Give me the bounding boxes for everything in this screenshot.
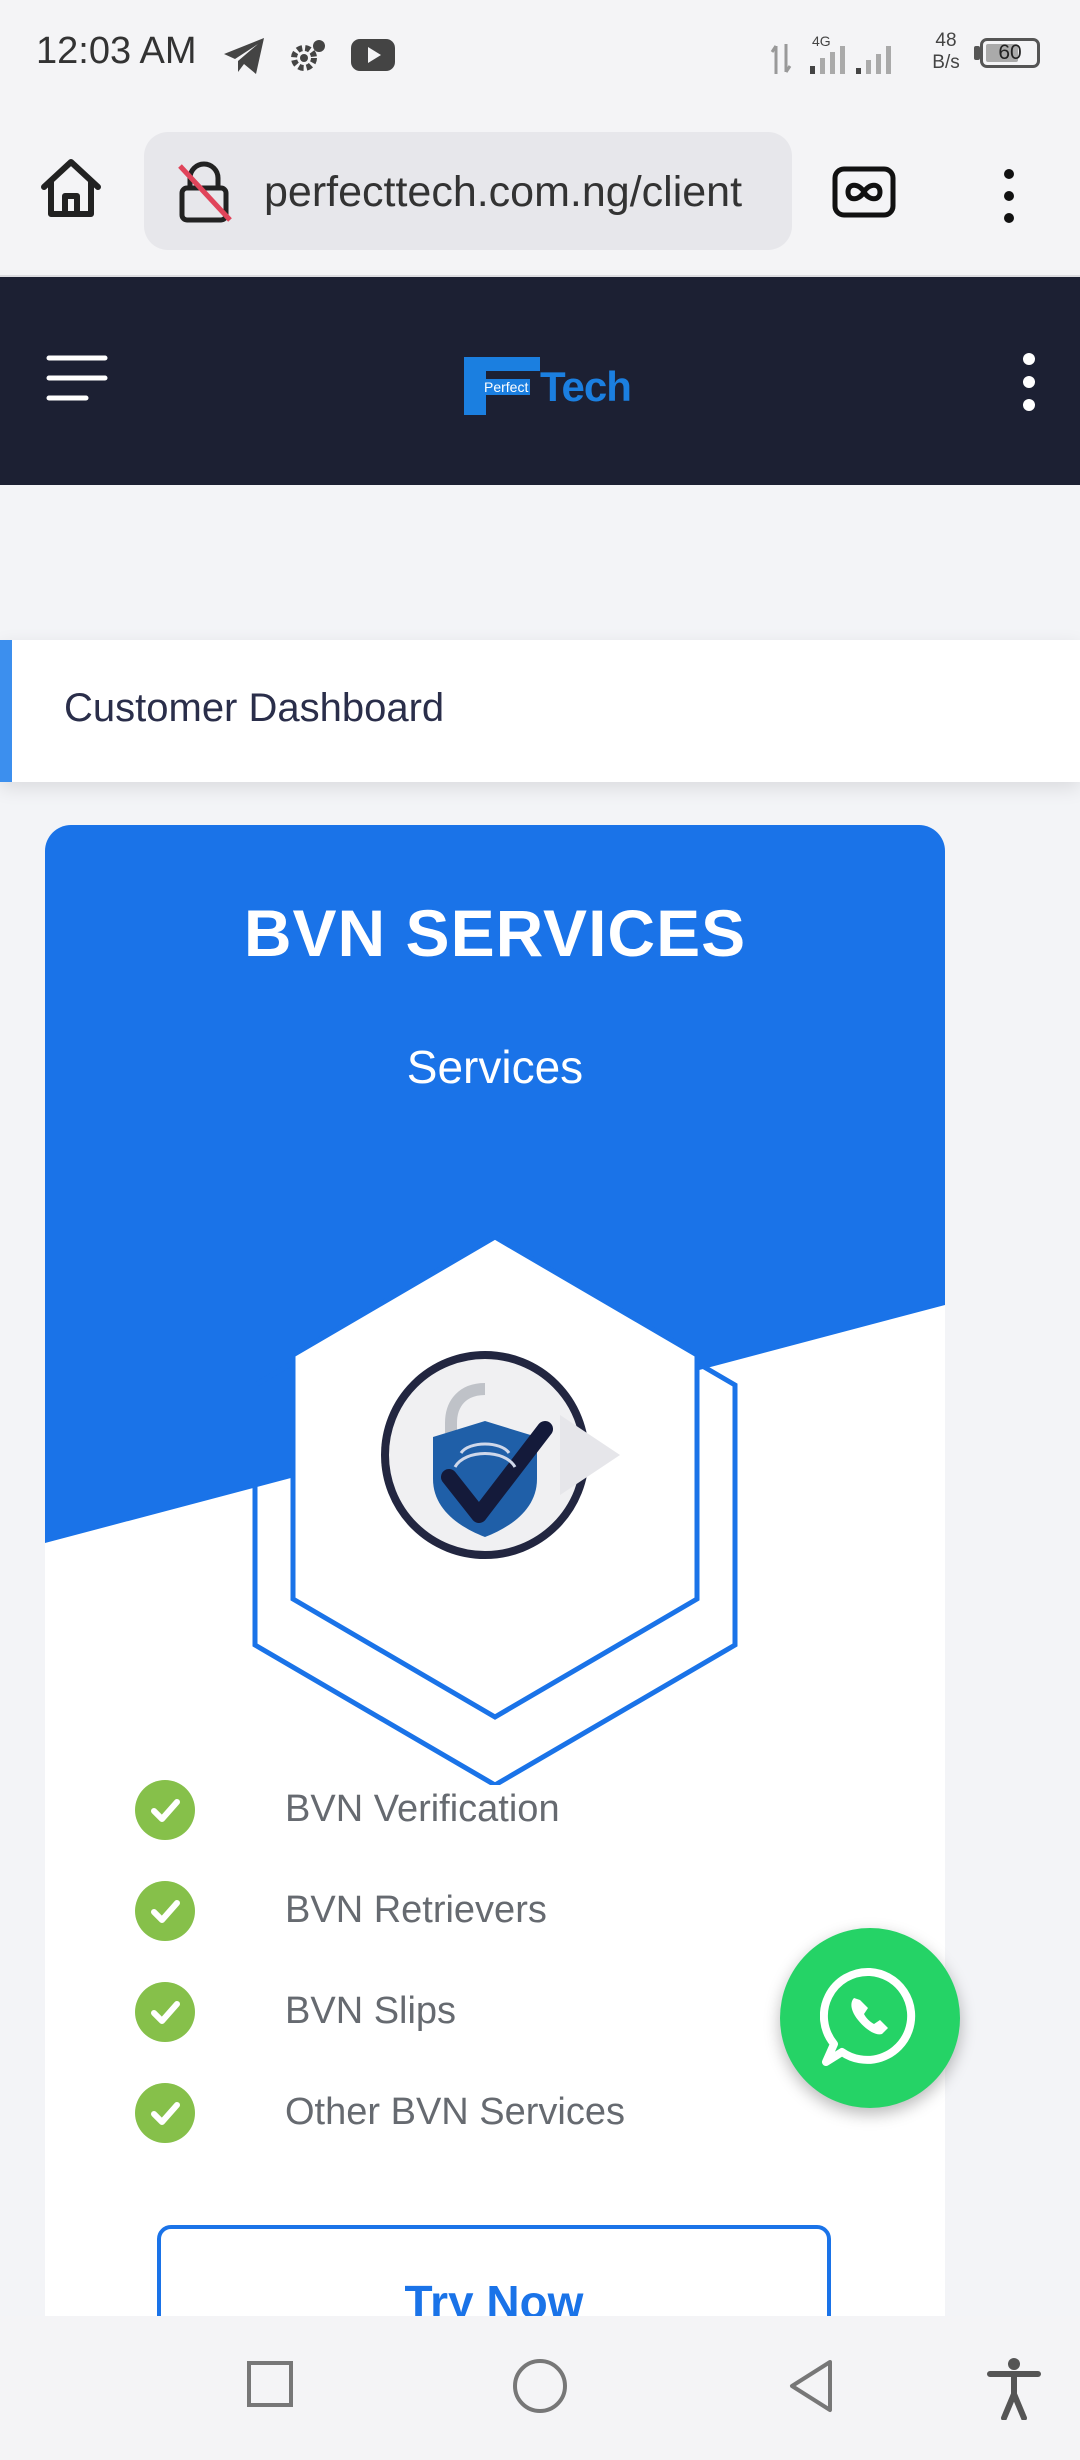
logo-mark-bar [464,357,540,371]
telegram-icon [224,38,264,74]
check-icon [135,1881,195,1941]
site-logo[interactable]: Perfect [464,357,544,415]
youtube-icon [351,39,395,71]
more-options-icon[interactable] [1016,351,1042,413]
status-bar: 12:03 AM 4G 48 B/s 60 [0,0,1080,110]
list-item: Other BVN Services [135,2083,835,2143]
signal-icon: 4G [770,34,891,74]
recents-icon[interactable] [246,2360,294,2408]
battery-icon: 60 [980,38,1040,68]
settings-sync-icon [291,40,325,71]
address-bar[interactable]: perfecttech.com.ng/client [144,132,792,250]
whatsapp-icon [820,1967,916,2066]
check-icon [135,2083,195,2143]
check-icon [135,1982,195,2042]
logo-small-text: Perfect [482,379,531,395]
fingerprint-shield-icon [381,1351,620,1559]
card-subtitle: Services [406,1041,584,1093]
browser-toolbar: perfecttech.com.ng/client [0,110,1080,277]
status-time: 12:03 AM [36,30,197,72]
net-speed-unit: B/s [932,52,960,73]
check-icon [135,1780,195,1840]
system-nav-bar [0,2316,1080,2460]
list-item: BVN Retrievers [135,1881,835,1941]
title-accent [0,640,12,782]
accessibility-icon[interactable] [984,2356,1044,2420]
whatsapp-button[interactable] [780,1928,960,2108]
svg-text:4G: 4G [812,34,831,49]
home-icon[interactable] [38,156,104,222]
feature-label: BVN Retrievers [285,1889,547,1931]
battery-text: 60 [998,41,1022,64]
list-item: BVN Verification [135,1780,835,1840]
net-speed-value: 48 [935,30,957,51]
service-card: BVN SERVICES Services BVN Verification B… [45,825,945,2385]
overflow-menu-icon[interactable] [996,166,1022,226]
not-secure-lock-icon[interactable] [174,160,236,224]
tabs-icon[interactable] [832,166,896,218]
site-header: Perfect Tech [0,277,1080,485]
net-speed: 48 B/s [926,30,966,74]
logo-text: Tech [540,363,632,410]
feature-label: BVN Verification [285,1788,560,1830]
url-text[interactable]: perfecttech.com.ng/client [264,168,779,217]
card-title: BVN SERVICES [243,896,747,970]
back-icon[interactable] [786,2358,836,2414]
feature-label: Other BVN Services [285,2091,625,2133]
hamburger-menu-icon[interactable] [46,353,108,403]
home-nav-icon[interactable] [512,2358,568,2414]
list-item: BVN Slips [135,1982,835,2042]
page-title: Customer Dashboard [64,686,445,730]
feature-label: BVN Slips [285,1990,457,2032]
page-title-bar: Customer Dashboard [0,640,1080,782]
